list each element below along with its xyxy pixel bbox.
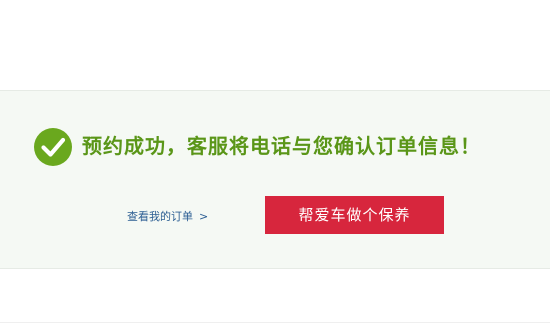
divider bbox=[0, 322, 550, 323]
view-orders-link[interactable]: 查看我的订单 > bbox=[127, 208, 208, 226]
success-panel: 预约成功，客服将电话与您确认订单信息！ 查看我的订单 > 帮爱车做个保养 bbox=[0, 90, 550, 269]
page: 预约成功，客服将电话与您确认订单信息！ 查看我的订单 > 帮爱车做个保养 bbox=[0, 0, 550, 335]
view-orders-label: 查看我的订单 bbox=[127, 210, 193, 223]
car-maintenance-button[interactable]: 帮爱车做个保养 bbox=[265, 196, 444, 234]
check-circle-icon bbox=[34, 128, 72, 166]
success-message: 预约成功，客服将电话与您确认订单信息！ bbox=[82, 134, 481, 158]
chevron-right-icon: > bbox=[199, 210, 209, 223]
